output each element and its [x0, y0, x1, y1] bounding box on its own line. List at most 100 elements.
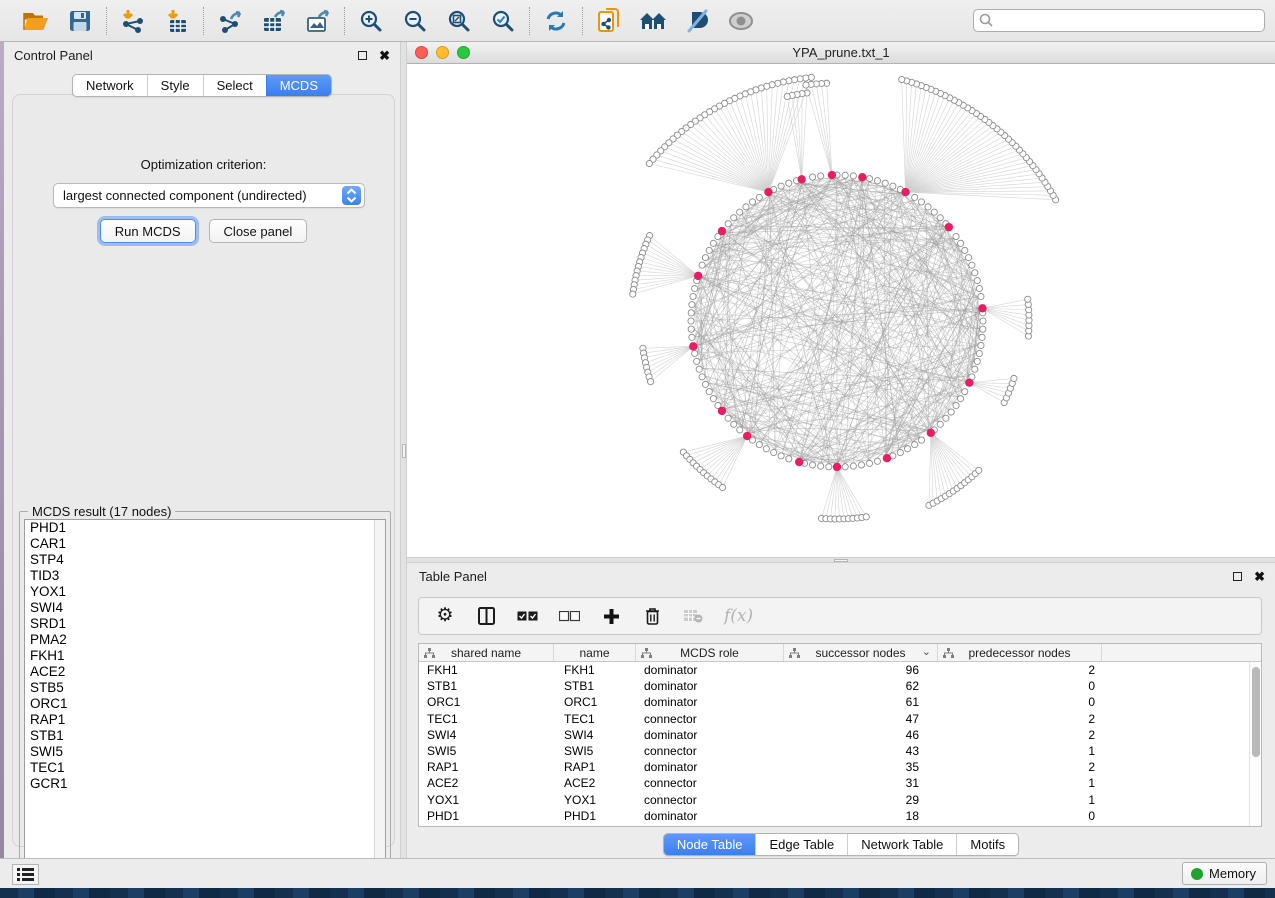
close-panel-icon[interactable]: ✖	[1254, 572, 1265, 581]
mcds-result-item[interactable]: SWI5	[25, 744, 385, 760]
float-panel-icon[interactable]	[1233, 572, 1242, 581]
memory-button[interactable]: Memory	[1182, 862, 1267, 885]
table-cell[interactable]: 43	[784, 744, 938, 758]
network-graph[interactable]	[407, 64, 1275, 557]
mcds-result-item[interactable]: PMA2	[25, 632, 385, 648]
table-cell[interactable]: 0	[938, 809, 1102, 823]
table-cell[interactable]: TEC1	[554, 712, 636, 726]
table-cell[interactable]: dominator	[636, 695, 784, 709]
mcds-result-item[interactable]: SRD1	[25, 616, 385, 632]
mcds-result-item[interactable]: TID3	[25, 568, 385, 584]
table-cell[interactable]: connector	[636, 712, 784, 726]
table-cell[interactable]: SWI4	[419, 728, 554, 742]
zoom-fit-icon[interactable]	[445, 7, 473, 35]
sort-chevron-icon[interactable]: ⌄	[922, 645, 931, 658]
mcds-result-item[interactable]: STB5	[25, 680, 385, 696]
table-cell[interactable]: 96	[784, 663, 938, 677]
table-row[interactable]: SWI4SWI4dominator462	[419, 727, 1261, 743]
search-input[interactable]	[973, 9, 1265, 32]
column-header-successor-nodes[interactable]: successor nodes ⌄	[784, 644, 938, 661]
column-header-predecessor-nodes[interactable]: predecessor nodes	[938, 644, 1102, 661]
table-row[interactable]: ACE2ACE2connector311	[419, 775, 1261, 791]
table-cell[interactable]: 1	[938, 744, 1102, 758]
tab-mcds[interactable]: MCDS	[266, 75, 331, 96]
export-network-icon[interactable]	[216, 7, 244, 35]
table-options-gear-icon[interactable]: ⚙	[435, 605, 455, 627]
table-cell[interactable]: SWI5	[419, 744, 554, 758]
mcds-result-item[interactable]: CAR1	[25, 536, 385, 552]
table-cell[interactable]: dominator	[636, 728, 784, 742]
select-all-columns-icon[interactable]	[517, 605, 538, 627]
table-cell[interactable]: STB1	[554, 679, 636, 693]
mcds-result-item[interactable]: STB1	[25, 728, 385, 744]
table-cell[interactable]: 0	[938, 695, 1102, 709]
tab-style[interactable]: Style	[147, 75, 203, 96]
tab-edge-table[interactable]: Edge Table	[755, 834, 847, 855]
mcds-result-item[interactable]: SWI4	[25, 600, 385, 616]
close-panel-button[interactable]: Close panel	[209, 219, 308, 243]
mcds-result-item[interactable]: ACE2	[25, 664, 385, 680]
mcds-list-scrollbar[interactable]	[374, 520, 385, 875]
table-cell[interactable]: 2	[938, 728, 1102, 742]
table-cell[interactable]: 2	[938, 663, 1102, 677]
column-header-name[interactable]: name	[554, 644, 636, 661]
tab-select[interactable]: Select	[203, 75, 266, 96]
delete-column-icon[interactable]	[642, 605, 662, 627]
table-cell[interactable]: dominator	[636, 760, 784, 774]
table-cell[interactable]: 62	[784, 679, 938, 693]
hide-graphics-details-icon[interactable]	[683, 7, 711, 35]
tab-network[interactable]: Network	[73, 75, 147, 96]
table-cell[interactable]: 61	[784, 695, 938, 709]
float-panel-icon[interactable]	[358, 51, 367, 60]
table-cell[interactable]: dominator	[636, 809, 784, 823]
table-cell[interactable]: FKH1	[419, 663, 554, 677]
table-cell[interactable]: ACE2	[419, 776, 554, 790]
tab-node-table[interactable]: Node Table	[664, 834, 756, 855]
table-cell[interactable]: 46	[784, 728, 938, 742]
close-panel-icon[interactable]: ✖	[379, 51, 390, 60]
splitter-handle[interactable]	[834, 559, 848, 562]
vertical-splitter[interactable]	[400, 42, 407, 858]
table-cell[interactable]: 29	[784, 793, 938, 807]
column-header-mcds-role[interactable]: MCDS role	[636, 644, 784, 661]
table-row[interactable]: ORC1ORC1dominator610	[419, 694, 1261, 710]
table-cell[interactable]: SWI4	[554, 728, 636, 742]
table-cell[interactable]: 1	[938, 776, 1102, 790]
table-cell[interactable]: PHD1	[419, 809, 554, 823]
criterion-dropdown[interactable]: largest connected component (undirected)	[53, 183, 365, 208]
table-cell[interactable]: 2	[938, 712, 1102, 726]
table-cell[interactable]: YOX1	[554, 793, 636, 807]
table-cell[interactable]: connector	[636, 744, 784, 758]
table-cell[interactable]: RAP1	[419, 760, 554, 774]
mcds-result-item[interactable]: PHD1	[25, 520, 385, 536]
table-row[interactable]: YOX1YOX1connector291	[419, 792, 1261, 808]
mcds-result-item[interactable]: YOX1	[25, 584, 385, 600]
open-folder-icon[interactable]	[22, 7, 50, 35]
new-network-from-selection-icon[interactable]	[595, 7, 623, 35]
mcds-result-item[interactable]: RAP1	[25, 712, 385, 728]
refresh-icon[interactable]	[542, 7, 570, 35]
table-row[interactable]: STB1STB1dominator620	[419, 678, 1261, 694]
zoom-out-icon[interactable]	[401, 7, 429, 35]
table-cell[interactable]: TEC1	[419, 712, 554, 726]
create-column-icon[interactable]	[601, 605, 621, 627]
deselect-all-columns-icon[interactable]	[559, 605, 580, 627]
table-cell[interactable]: 18	[784, 809, 938, 823]
node-table-body[interactable]: FKH1FKH1dominator962STB1STB1dominator620…	[419, 662, 1261, 826]
table-row[interactable]: RAP1RAP1dominator352	[419, 759, 1261, 775]
home-icon[interactable]	[639, 7, 667, 35]
import-table-icon[interactable]	[163, 7, 191, 35]
table-row[interactable]: SWI5SWI5connector431	[419, 743, 1261, 759]
table-cell[interactable]: dominator	[636, 663, 784, 677]
table-scrollbar-thumb[interactable]	[1252, 667, 1260, 757]
table-row[interactable]: FKH1FKH1dominator962	[419, 662, 1261, 678]
import-network-icon[interactable]	[119, 7, 147, 35]
network-canvas[interactable]	[407, 64, 1275, 557]
splitter-handle[interactable]	[402, 444, 406, 458]
mcds-result-item[interactable]: STP4	[25, 552, 385, 568]
tab-motifs[interactable]: Motifs	[956, 834, 1018, 855]
table-cell[interactable]: connector	[636, 776, 784, 790]
table-cell[interactable]: RAP1	[554, 760, 636, 774]
mcds-result-list[interactable]: PHD1CAR1STP4TID3YOX1SWI4SRD1PMA2FKH1ACE2…	[24, 519, 386, 876]
tab-network-table[interactable]: Network Table	[847, 834, 956, 855]
